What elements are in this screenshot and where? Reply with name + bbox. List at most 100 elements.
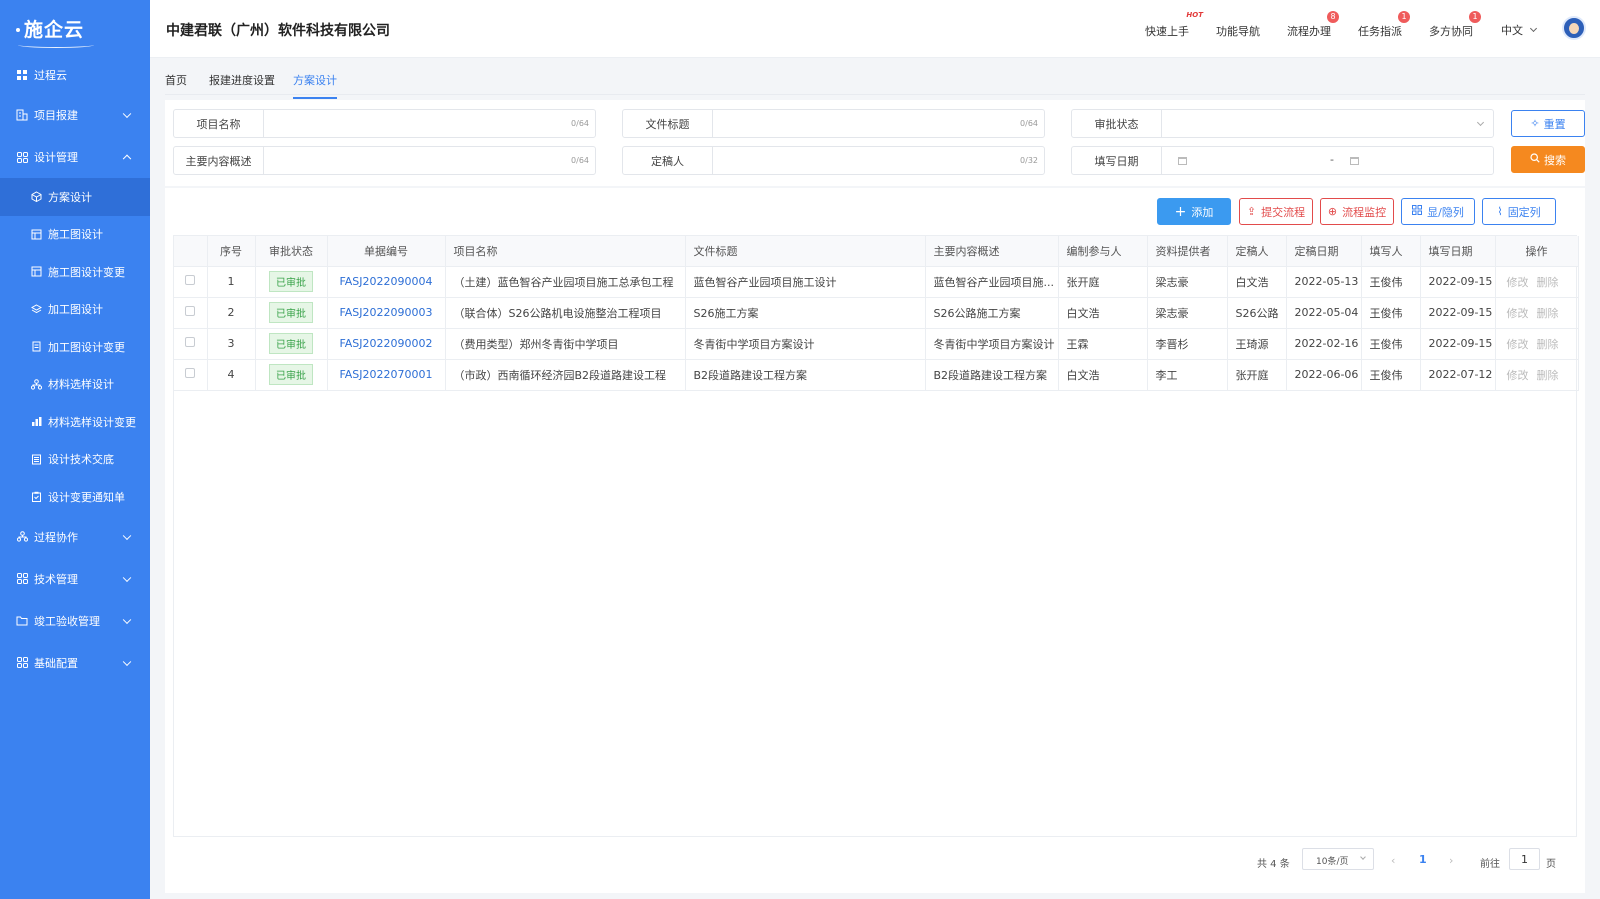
page-size-select[interactable]: 10条/页 bbox=[1302, 848, 1374, 870]
org-icon bbox=[31, 378, 42, 390]
project-name-input[interactable]: 0/64 bbox=[264, 110, 595, 137]
search-button[interactable]: 搜索 bbox=[1511, 146, 1585, 173]
column-header[interactable]: 资料提供者 bbox=[1147, 236, 1228, 267]
column-header[interactable]: 操作 bbox=[1495, 236, 1579, 267]
row-checkbox-box[interactable] bbox=[185, 368, 196, 378]
row-checkbox-box[interactable] bbox=[185, 337, 196, 347]
column-header[interactable]: 文件标题 bbox=[685, 236, 926, 267]
logo[interactable]: 施企云 bbox=[0, 0, 150, 56]
language-select[interactable]: 中文 bbox=[1501, 22, 1538, 38]
cell-text: 蓝色智谷产业园项目施... bbox=[933, 275, 1055, 289]
document-code-link[interactable]: FASJ2022070001 bbox=[339, 368, 432, 381]
main-content-input[interactable]: 0/64 bbox=[264, 147, 595, 174]
edit-link[interactable]: 修改 bbox=[1507, 276, 1529, 289]
task-link[interactable]: 任务指派 1 bbox=[1358, 11, 1410, 39]
row-checkbox-box[interactable] bbox=[185, 306, 196, 316]
table-row[interactable]: 1 已审批 FASJ2022090004 （土建）蓝色智谷产业园项目施工总承包工程 蓝色… bbox=[174, 266, 1579, 298]
add-button[interactable]: + 添加 bbox=[1157, 198, 1231, 225]
document-code-link[interactable]: FASJ2022090004 bbox=[339, 275, 432, 288]
column-header[interactable]: 主要内容概述 bbox=[925, 236, 1059, 267]
delete-link[interactable]: 删除 bbox=[1537, 276, 1559, 289]
column-header[interactable]: 项目名称 bbox=[445, 236, 686, 267]
document-code-link[interactable]: FASJ2022090003 bbox=[339, 306, 432, 319]
next-page-icon[interactable]: › bbox=[1449, 854, 1453, 867]
row-checkbox[interactable] bbox=[174, 266, 208, 298]
edit-link[interactable]: 修改 bbox=[1507, 369, 1529, 382]
column-header[interactable]: 编制参与人 bbox=[1058, 236, 1148, 267]
column-header[interactable]: 定稿人 bbox=[1227, 236, 1287, 267]
tab-home[interactable]: 首页 bbox=[165, 72, 187, 88]
sidebar-sub-material-design[interactable]: 材料选样设计 bbox=[0, 366, 150, 404]
finalizer-input[interactable]: 0/32 bbox=[713, 147, 1044, 174]
sidebar-sub-material-design-change[interactable]: 材料选样设计变更 bbox=[0, 403, 150, 441]
column-header[interactable]: 序号 bbox=[207, 236, 256, 267]
quick-start-link[interactable]: 快速上手 HOT bbox=[1145, 11, 1203, 39]
document-code-link[interactable]: FASJ2022090002 bbox=[339, 337, 432, 350]
column-header[interactable]: 单据编号 bbox=[327, 236, 446, 267]
sidebar-item-design-mgmt[interactable]: 设计管理 bbox=[0, 136, 150, 178]
cell-actions: 修改 删除 bbox=[1495, 328, 1579, 360]
goto-page-input[interactable]: 1 bbox=[1509, 848, 1540, 870]
row-checkbox[interactable] bbox=[174, 328, 208, 360]
cell-text: 冬青街中学项目方案设计 bbox=[933, 337, 1055, 351]
sidebar-sub-label: 加工图设计 bbox=[48, 303, 103, 317]
sidebar-sub-processing-drawing[interactable]: 加工图设计 bbox=[0, 291, 150, 329]
dashboard-icon bbox=[16, 69, 28, 81]
reset-button[interactable]: ✧ 重置 bbox=[1511, 110, 1585, 137]
column-header[interactable]: 定稿日期 bbox=[1286, 236, 1362, 267]
sidebar-item-project-report[interactable]: 项目报建 bbox=[0, 94, 150, 136]
table-row[interactable]: 3 已审批 FASJ2022090002 （费用类型）郑州冬青街中学项目 冬青街中学项目… bbox=[174, 328, 1579, 360]
func-nav-link[interactable]: 功能导航 bbox=[1216, 23, 1260, 39]
sidebar-sub-construction-drawing-change[interactable]: 施工图设计变更 bbox=[0, 253, 150, 291]
column-header[interactable]: 填写人 bbox=[1361, 236, 1421, 267]
sidebar-sub-change-notice[interactable]: 设计变更通知单 bbox=[0, 478, 150, 516]
row-checkbox[interactable] bbox=[174, 297, 208, 329]
page-number-current[interactable]: 1 bbox=[1419, 853, 1427, 866]
cell-text: （市政）西南循环经济园B2段道路建设工程 bbox=[453, 368, 667, 382]
column-header[interactable]: 审批状态 bbox=[255, 236, 328, 267]
fill-date-range[interactable]: - bbox=[1162, 147, 1493, 174]
column-header[interactable]: 填写日期 bbox=[1420, 236, 1496, 267]
prev-page-icon[interactable]: ‹ bbox=[1391, 854, 1395, 867]
cell-author: 白文浩 bbox=[1058, 359, 1148, 391]
language-label: 中文 bbox=[1501, 24, 1523, 37]
approval-status-select[interactable] bbox=[1162, 110, 1493, 137]
avatar[interactable] bbox=[1562, 16, 1586, 40]
tab-report-progress[interactable]: 报建进度设置 bbox=[209, 72, 275, 88]
sidebar-sub-tech-briefing[interactable]: 设计技术交底 bbox=[0, 441, 150, 479]
doc-title-input[interactable]: 0/64 bbox=[713, 110, 1044, 137]
filter-panel: 项目名称 0/64 文件标题 0/64 审批状态 ✧ 重置 主要内容概述 0/64… bbox=[165, 100, 1585, 186]
tab-scheme-design[interactable]: 方案设计 bbox=[293, 72, 337, 99]
select-all-checkbox[interactable] bbox=[174, 236, 208, 267]
submit-process-button[interactable]: ⇪ 提交流程 bbox=[1239, 198, 1313, 225]
sidebar-item-home[interactable]: 过程云 bbox=[0, 56, 150, 94]
sidebar-item-process-collab[interactable]: 过程协作 bbox=[0, 516, 150, 558]
table-row[interactable]: 2 已审批 FASJ2022090003 （联合体）S26公路机电设施整治工程项目 S2… bbox=[174, 297, 1579, 329]
delete-link[interactable]: 删除 bbox=[1537, 307, 1559, 320]
process-link[interactable]: 流程办理 8 bbox=[1287, 11, 1339, 39]
sidebar-sub-scheme-design[interactable]: 方案设计 bbox=[0, 178, 150, 216]
row-checkbox-box[interactable] bbox=[185, 275, 196, 285]
delete-link[interactable]: 删除 bbox=[1537, 338, 1559, 351]
delete-link[interactable]: 删除 bbox=[1537, 369, 1559, 382]
toggle-columns-button[interactable]: 显/隐列 bbox=[1401, 198, 1475, 225]
cell-finalizer: S26公路 bbox=[1227, 297, 1287, 329]
cell-status: 已审批 bbox=[255, 359, 328, 391]
sidebar-sub-processing-drawing-change[interactable]: 加工图设计变更 bbox=[0, 328, 150, 366]
sidebar-item-completion[interactable]: 竣工验收管理 bbox=[0, 600, 150, 642]
edit-link[interactable]: 修改 bbox=[1507, 307, 1529, 320]
total-count: 共 4 条 bbox=[1257, 859, 1290, 870]
row-checkbox[interactable] bbox=[174, 359, 208, 391]
cell-provider: 李工 bbox=[1147, 359, 1228, 391]
edit-link[interactable]: 修改 bbox=[1507, 338, 1529, 351]
sidebar-item-base-config[interactable]: 基础配置 bbox=[0, 642, 150, 684]
sidebar-sub-construction-drawing[interactable]: 施工图设计 bbox=[0, 216, 150, 254]
collab-link[interactable]: 多方协同 1 bbox=[1429, 11, 1481, 39]
fix-columns-button[interactable]: ⌇ 固定列 bbox=[1482, 198, 1556, 225]
process-monitor-button[interactable]: ⊕ 流程监控 bbox=[1320, 198, 1394, 225]
sidebar-item-tech-mgmt[interactable]: 技术管理 bbox=[0, 558, 150, 600]
cell-text: 李工 bbox=[1155, 368, 1178, 382]
toggle-columns-label: 显/隐列 bbox=[1427, 205, 1464, 219]
org-icon bbox=[16, 531, 28, 543]
table-row[interactable]: 4 已审批 FASJ2022070001 （市政）西南循环经济园B2段道路建设工程 B2… bbox=[174, 359, 1579, 391]
